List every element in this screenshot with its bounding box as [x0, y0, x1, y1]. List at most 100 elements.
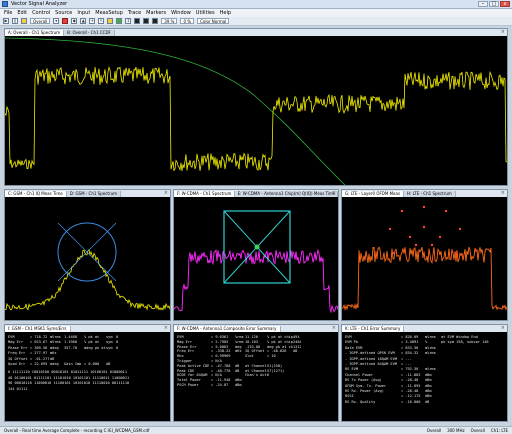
status-channel: Ch1: LTE — [490, 428, 508, 433]
lte-spectrum-trace — [342, 246, 507, 312]
pause-icon[interactable]: ‖ — [12, 18, 18, 24]
menu-edit[interactable]: Edit — [17, 10, 27, 16]
layout-1-icon[interactable] — [134, 18, 141, 24]
result-cell: Quad Err — [8, 362, 26, 367]
gsm-plot[interactable] — [5, 197, 170, 320]
pane-close-icon[interactable]: × — [501, 190, 505, 196]
pane-close-icon[interactable]: × — [332, 190, 336, 196]
bit-row: 144 01111 — [8, 386, 28, 391]
constellation-point — [454, 251, 458, 255]
result-cell: Gain Imb — [64, 362, 82, 367]
menu-markers[interactable]: Markers — [146, 10, 166, 16]
result-cell — [441, 400, 501, 405]
gsm-syms-table: EVM = 718.72 mVrms 1.4468% pk at sym 0 Mag Err… — [5, 332, 170, 421]
constellation-point — [458, 227, 462, 231]
menu-window[interactable]: Window — [171, 10, 191, 16]
gsm-pane[interactable]: C: GSM - Ch1 IQ Meas Time D: GSM - Ch1 S… — [4, 189, 171, 321]
cursor-icon[interactable]: ↖ — [98, 18, 105, 24]
result-cell: = -10.800 — [401, 399, 421, 404]
zoom-icon[interactable]: + — [89, 18, 96, 24]
pane-tabs: G: LTE - Layer0 OFDM Meas H: LTE - Ch1 S… — [342, 190, 507, 197]
lte-err-table: EVM = 820.09 m%rms at EVM Window End EVM Pk =… — [342, 332, 507, 421]
status-measurement: Overall — [426, 428, 442, 433]
constellation-point — [400, 209, 404, 213]
pane-tabs: A: Overall - Ch1 Spectrum B: Overall - C… — [5, 29, 507, 36]
hand-icon[interactable] — [107, 18, 114, 24]
menu-file[interactable]: File — [4, 10, 12, 16]
menu-control[interactable]: Control — [32, 10, 50, 16]
menu-source[interactable]: Source — [55, 10, 72, 16]
menu-utilities[interactable]: Utilities — [196, 10, 215, 16]
menu-trace[interactable]: Trace — [128, 10, 141, 16]
minimize-button[interactable]: – — [478, 1, 488, 7]
record-icon[interactable] — [62, 18, 69, 24]
constellation-point — [430, 243, 434, 247]
lte-pane[interactable]: G: LTE - Layer0 OFDM Meas H: LTE - Ch1 S… — [341, 189, 508, 321]
pane-close-icon[interactable]: × — [332, 325, 336, 331]
zoom-percent[interactable]: 39 % — [161, 18, 178, 24]
offset-percent[interactable]: 0 % — [180, 18, 195, 24]
window-title: Vector Signal Analyzer — [11, 1, 68, 7]
spectrum-plot[interactable] — [5, 36, 507, 185]
pane-close-icon[interactable]: × — [164, 190, 168, 196]
menu-meassetup[interactable]: MeasSetup — [95, 10, 123, 16]
close-button[interactable]: x — [500, 1, 510, 7]
constellation-point — [438, 235, 442, 239]
layout-2-icon[interactable] — [143, 18, 150, 24]
result-cell — [293, 383, 301, 388]
dropdown-icon[interactable]: ▾ — [53, 18, 60, 24]
folder-icon[interactable] — [21, 18, 27, 24]
app-icon — [2, 1, 8, 7]
status-bar: Overall - Real time Average Complete - r… — [0, 426, 512, 434]
result-cell: = 0.000 — [84, 362, 100, 367]
pane-tabs: F: W-CDMA - Ch1 Spectrum E: W-CDMA - Ant… — [174, 190, 338, 197]
color-scheme-select[interactable]: Color Normal — [197, 18, 230, 24]
gsm-spectrum-trace — [5, 248, 170, 311]
layout-3-icon[interactable] — [152, 18, 159, 24]
result-cell: = -24.87 — [211, 382, 229, 387]
menu-help[interactable]: Help — [220, 10, 231, 16]
lte-err-pane[interactable]: K: LTE - Ch1 Error Summary × EVM = 820.09… — [341, 324, 508, 422]
pane-tabs: F: W-CDMA - Antenna1 Composite Error Sum… — [174, 325, 338, 332]
result-cell: = 22.695 — [30, 362, 48, 367]
auto-scale-icon[interactable] — [116, 18, 123, 24]
menu-input[interactable]: Input — [77, 10, 90, 16]
result-cell: PSCH Power — [177, 382, 199, 387]
constellation-point — [388, 227, 392, 231]
maximize-button[interactable]: □ — [489, 1, 499, 7]
title-bar: Vector Signal Analyzer – □ x — [0, 0, 512, 9]
wcdma-spectrum-trace — [174, 248, 338, 314]
constellation-point — [422, 225, 426, 229]
peak-icon[interactable]: ▲ — [80, 18, 87, 24]
marker-icon[interactable]: ◆ — [71, 18, 78, 24]
constellation-point — [422, 205, 426, 209]
wcdma-err-table: EVM = 9.0361 %rms 11.126% pk at chip 494 Mag … — [174, 332, 338, 421]
result-cell: dBm — [235, 382, 242, 387]
wcdma-iq-center — [254, 244, 260, 250]
lte-plot[interactable] — [342, 197, 507, 320]
pane-close-icon[interactable]: × — [501, 325, 505, 331]
gsm-iq-cross — [57, 222, 117, 282]
gsm-syms-pane[interactable]: I: GSM - Ch1 MSK1 Syms/Errs × EVM = 718.7… — [4, 324, 171, 422]
pane-tabs: C: GSM - Ch1 IQ Meas Time D: GSM - Ch1 S… — [5, 190, 170, 197]
wcdma-pane[interactable]: F: W-CDMA - Ch1 Spectrum E: W-CDMA - Ant… — [173, 189, 339, 321]
result-cell — [245, 383, 267, 388]
constellation-point — [414, 243, 418, 247]
status-frequency: 300 MHz — [447, 428, 465, 433]
spectrum-ccdf-pane[interactable]: A: Overall - Ch1 Spectrum B: Overall - C… — [4, 28, 508, 186]
wcdma-err-pane[interactable]: F: W-CDMA - Antenna1 Composite Error Sum… — [173, 324, 339, 422]
result-row: RS Rx. Quality = -10.800 dB — [345, 400, 504, 405]
pane-close-icon[interactable]: × — [501, 29, 505, 35]
result-cell — [267, 383, 293, 388]
result-cell — [116, 362, 122, 367]
result-cell: mdeg — [50, 362, 59, 367]
spectrum-trace — [5, 66, 507, 172]
status-text: Overall - Real time Average Complete - r… — [4, 428, 150, 433]
measurement-select[interactable]: Overall — [30, 18, 51, 24]
status-measurement-2: Overall — [470, 428, 485, 433]
play-icon[interactable]: ▶ — [3, 18, 9, 24]
scale-icon[interactable]: ↕ — [125, 18, 132, 24]
pane-close-icon[interactable]: × — [164, 325, 168, 331]
constellation-point — [408, 235, 412, 239]
wcdma-plot[interactable] — [174, 197, 338, 320]
